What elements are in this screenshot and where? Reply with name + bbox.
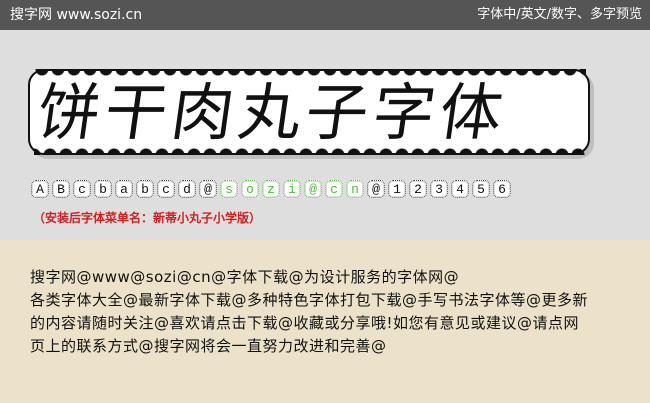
description-line: 搜字网@www@sozi@cn@字体下载@为设计服务的字体网@ bbox=[30, 268, 460, 286]
glyph-box-green: i bbox=[283, 180, 301, 198]
glyph-box: A bbox=[31, 180, 49, 198]
description-line: 页上的联系方式@搜字网将会一直努力改进和完善@ bbox=[30, 337, 387, 355]
description-line: 各类字体大全@最新字体下载@多种特色字体打包下载@手写书法字体等@更多新 bbox=[30, 291, 589, 309]
glyph-box: 2 bbox=[409, 180, 427, 198]
glyph-box: @ bbox=[199, 180, 217, 198]
banner-panel: 饼干肉丸子字体 bbox=[28, 69, 590, 155]
glyph-box: 3 bbox=[430, 180, 448, 198]
install-menu-name: （安装后字体菜单名：新蒂小丸子小学版） bbox=[33, 211, 262, 225]
glyph-box: 5 bbox=[472, 180, 490, 198]
description-line: 的内容请随时关注@喜欢请点击下载@收藏或分享哦!如您有意见或建议@请点网 bbox=[30, 314, 580, 332]
glyph-box-green: c bbox=[325, 180, 343, 198]
glyph-box-green: o bbox=[241, 180, 259, 198]
character-preview-row: A B c b a b c d @ s o z i @ c n @ 1 2 3 … bbox=[31, 180, 617, 200]
glyph-box: 4 bbox=[451, 180, 469, 198]
glyph-box-green: z bbox=[262, 180, 280, 198]
glyph-box: 6 bbox=[493, 180, 511, 198]
glyph-box: @ bbox=[367, 180, 385, 198]
glyph-box-green: n bbox=[346, 180, 364, 198]
glyph-box: a bbox=[115, 180, 133, 198]
site-name[interactable]: 搜字网 www.sozi.cn bbox=[10, 6, 142, 24]
preview-types: 字体中/英文/数字、多字预览 bbox=[477, 7, 642, 22]
glyph-box: b bbox=[94, 180, 112, 198]
glyph-box-green: @ bbox=[304, 180, 322, 198]
glyph-box: c bbox=[73, 180, 91, 198]
glyph-box-green: s bbox=[220, 180, 238, 198]
glyph-box: b bbox=[136, 180, 154, 198]
font-title: 饼干肉丸子字体 bbox=[33, 78, 513, 148]
top-bar: 搜字网 www.sozi.cn 字体中/英文/数字、多字预览 bbox=[0, 0, 650, 30]
font-description: 搜字网@www@sozi@cn@字体下载@为设计服务的字体网@ 各类字体大全@最… bbox=[30, 266, 622, 358]
font-name-banner: 饼干肉丸子字体 bbox=[28, 69, 594, 161]
glyph-box: d bbox=[178, 180, 196, 198]
glyph-box: B bbox=[52, 180, 70, 198]
glyph-box: c bbox=[157, 180, 175, 198]
glyph-box: 1 bbox=[388, 180, 406, 198]
